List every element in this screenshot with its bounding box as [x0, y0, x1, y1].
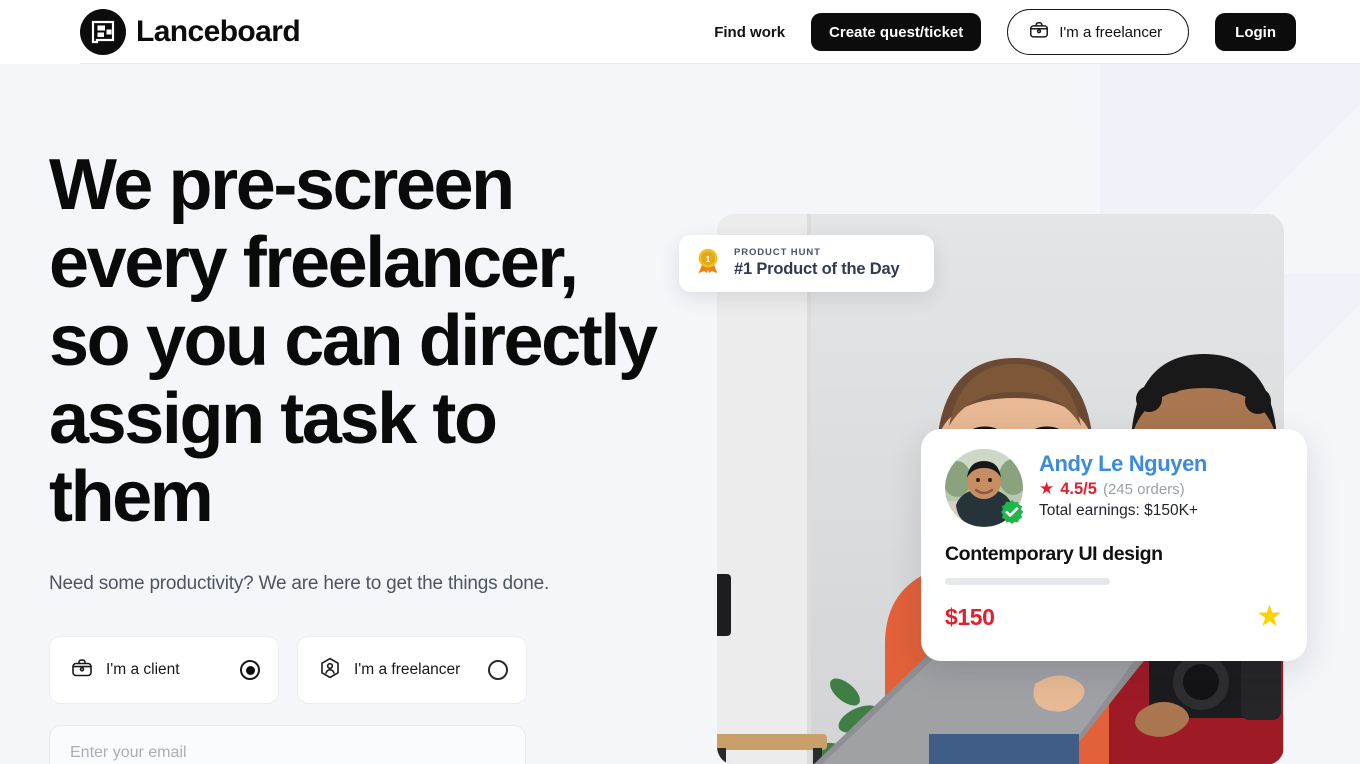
product-hunt-kicker: PRODUCT HUNT	[734, 246, 821, 258]
product-hunt-title: #1 Product of the Day	[734, 260, 900, 279]
brand-name: Lanceboard	[136, 15, 301, 48]
page-title: We pre-screen every freelancer, so you c…	[49, 145, 658, 537]
rating-value: 4.5/5	[1060, 480, 1097, 498]
svg-text:1: 1	[706, 254, 711, 264]
briefcase-icon	[70, 656, 94, 685]
hero-subheadline: Need some productivity? We are here to g…	[49, 573, 550, 594]
gig-placeholder-bar	[945, 578, 1110, 585]
favorite-star-icon[interactable]: ★	[1256, 602, 1283, 632]
primary-nav: Find work Create quest/ticket I'm a free…	[714, 9, 1296, 55]
briefcase-icon	[1028, 19, 1050, 45]
freelancer-name: Andy Le Nguyen	[1039, 451, 1207, 476]
radio-freelancer-unselected[interactable]	[488, 660, 508, 680]
im-a-freelancer-toggle-label: I'm a freelancer	[1059, 23, 1163, 41]
login-button[interactable]: Login	[1215, 13, 1296, 51]
avatar	[945, 449, 1025, 527]
rating-orders-count: (245 orders)	[1102, 481, 1185, 498]
rating-star-icon: ★	[1039, 479, 1055, 498]
total-earnings: Total earnings: $150K+	[1039, 502, 1198, 519]
hero-visual: 1 PRODUCT HUNT #1 Product of the Day And…	[679, 64, 1307, 764]
create-quest-ticket-button[interactable]: Create quest/ticket	[811, 13, 982, 51]
im-a-freelancer-toggle[interactable]: I'm a freelancer	[1007, 9, 1190, 55]
gig-title: Contemporary UI design	[945, 543, 1163, 565]
role-option-client-label: I'm a client	[106, 661, 180, 678]
site-header: Lanceboard Find work Create quest/ticket…	[0, 0, 1360, 64]
verified-badge-icon	[999, 499, 1025, 525]
gig-price: $150	[945, 603, 995, 630]
user-hexagon-icon	[318, 656, 342, 685]
award-medal-icon: 1	[693, 246, 723, 281]
brand-logo[interactable]: Lanceboard	[80, 9, 301, 55]
role-option-freelancer[interactable]: I'm a freelancer	[297, 636, 527, 704]
role-option-client[interactable]: I'm a client	[49, 636, 279, 704]
email-field[interactable]	[49, 725, 526, 764]
product-hunt-badge: 1 PRODUCT HUNT #1 Product of the Day	[679, 235, 934, 292]
role-selector: I'm a client I'm a freelancer	[49, 636, 679, 704]
radio-client-selected[interactable]	[240, 660, 260, 680]
hero-content: We pre-screen every freelancer, so you c…	[49, 64, 679, 764]
hero-section: We pre-screen every freelancer, so you c…	[0, 64, 1360, 764]
board-logo-icon	[80, 9, 126, 55]
role-option-freelancer-label: I'm a freelancer	[354, 661, 461, 678]
freelancer-gig-card[interactable]: Andy Le Nguyen ★ 4.5/5 (245 orders) Tota…	[921, 429, 1307, 661]
nav-find-work[interactable]: Find work	[714, 24, 785, 41]
